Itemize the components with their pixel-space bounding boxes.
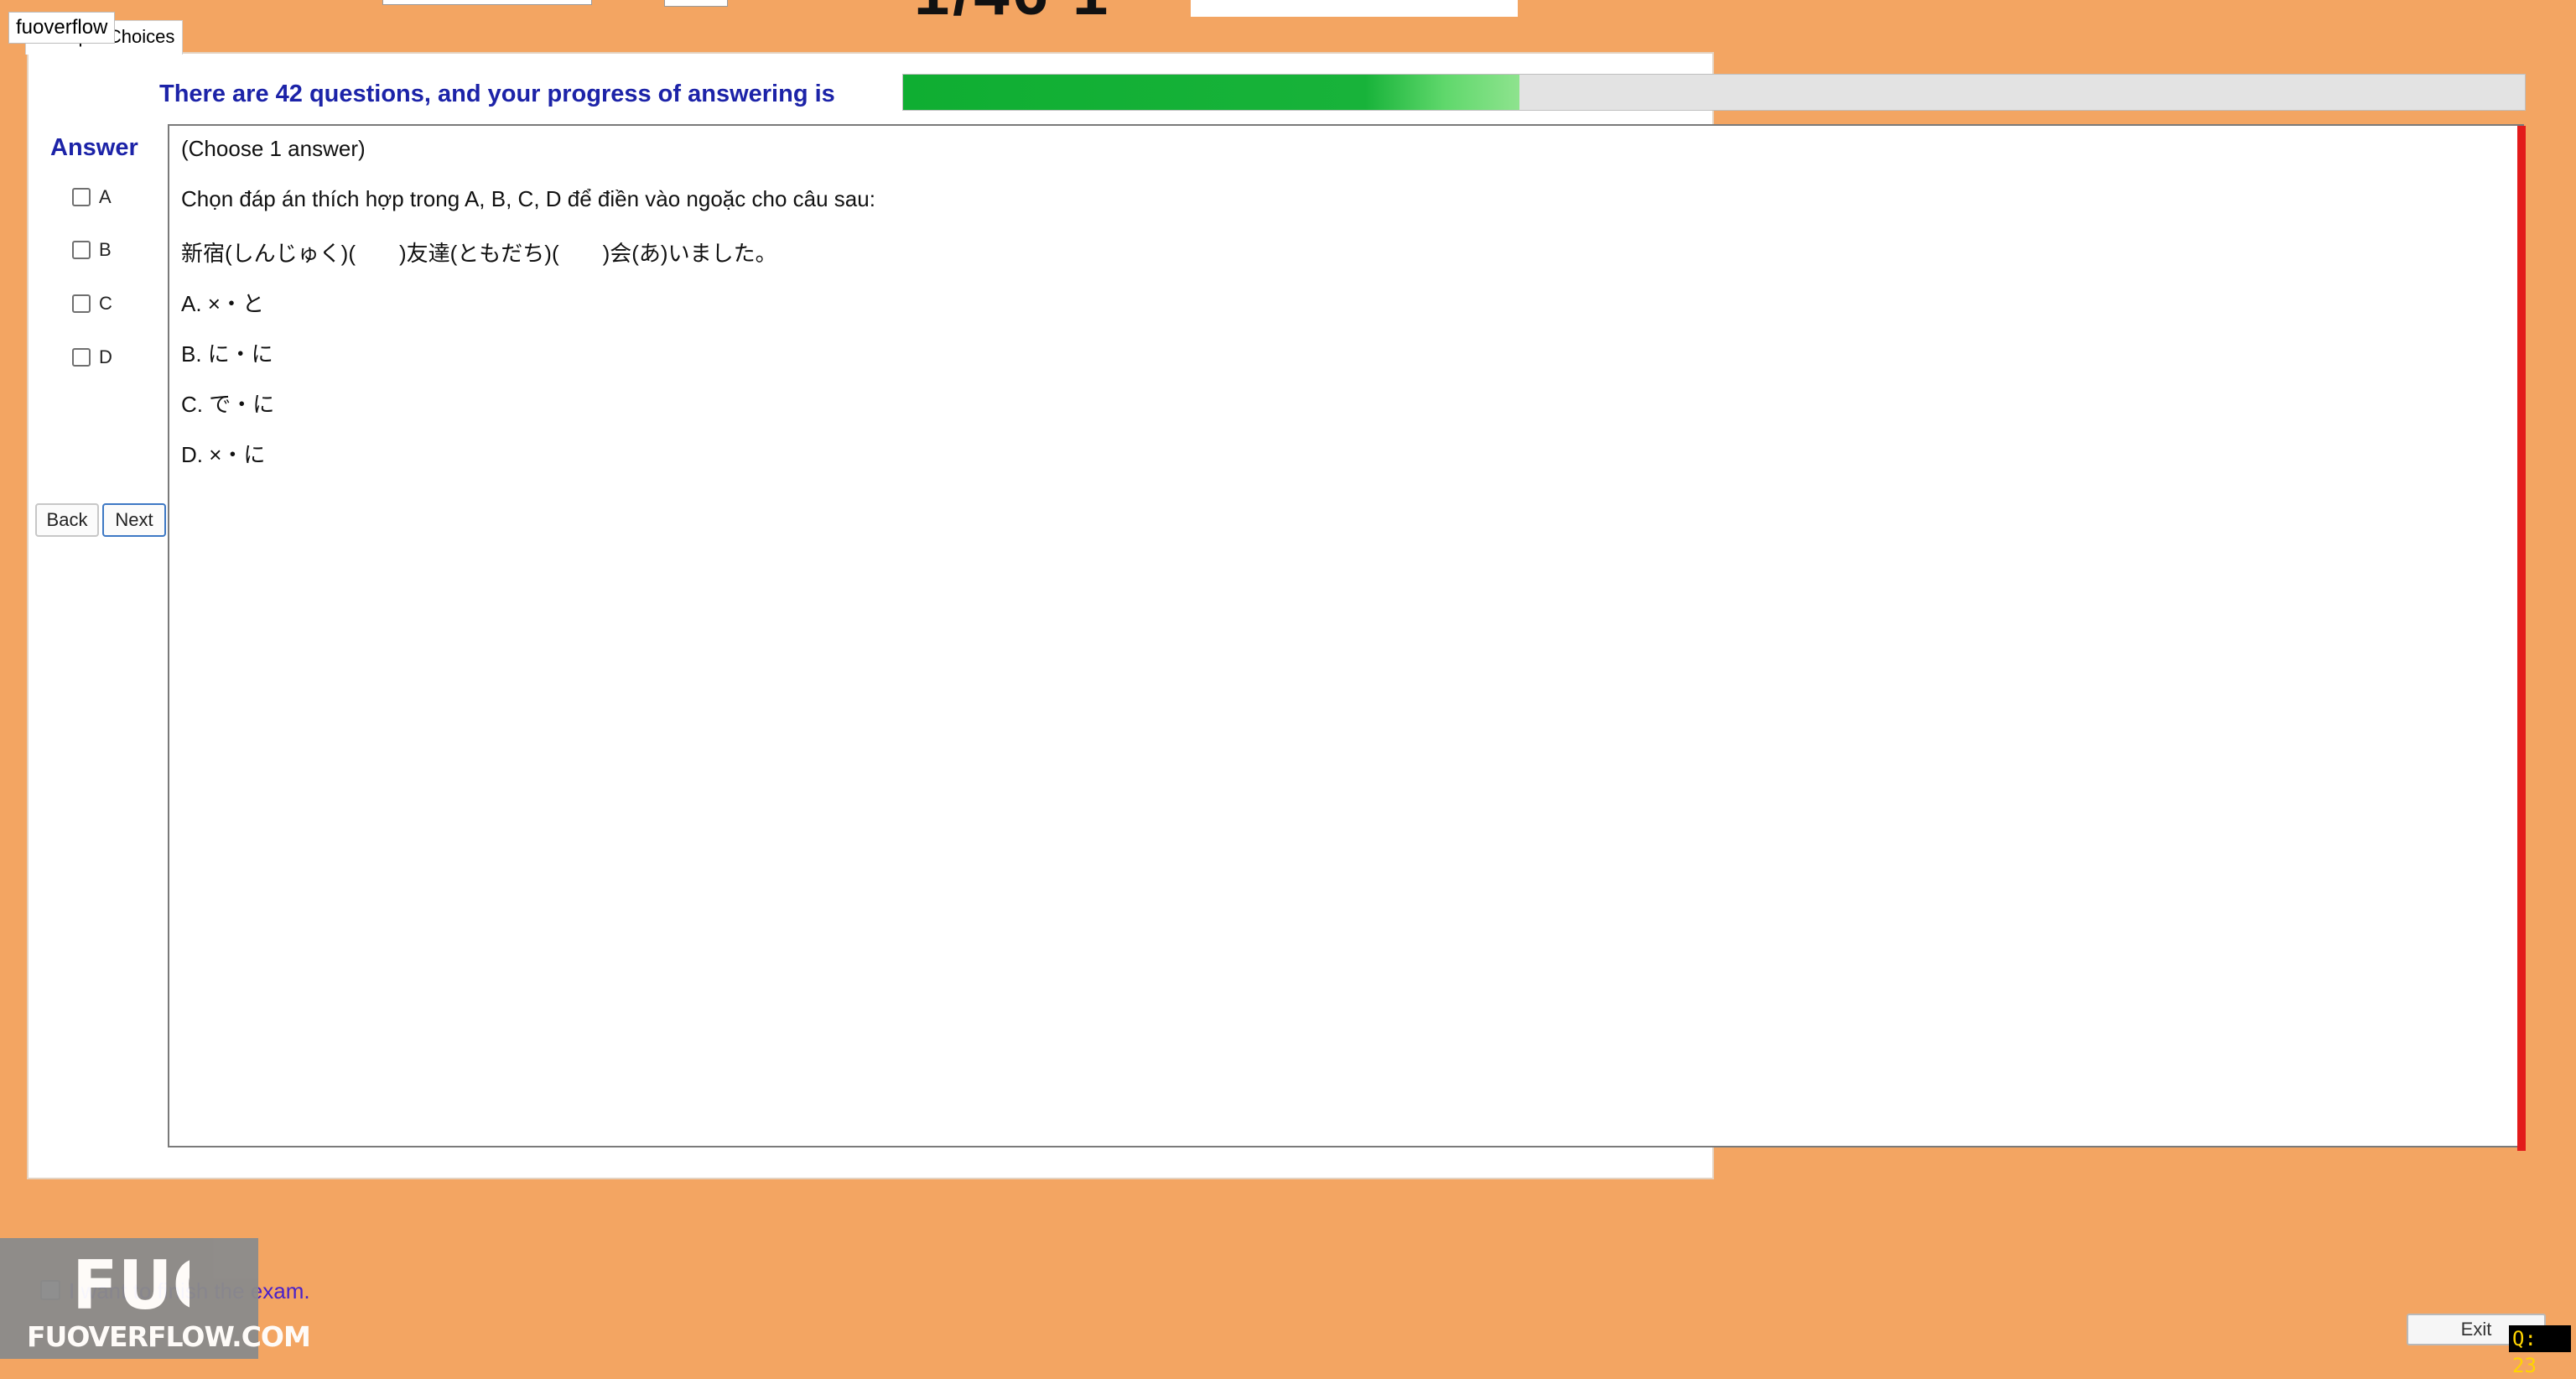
brand-tag: fuoverflow	[8, 12, 116, 44]
answer-title: Answer	[50, 134, 138, 161]
logo-letters: FUO	[72, 1246, 190, 1319]
progress-fill	[903, 75, 1519, 110]
logo-word: FUOVERFLOW.COM	[27, 1320, 311, 1353]
option-label: B	[99, 239, 112, 260]
checkbox-c[interactable]	[72, 294, 91, 313]
top-input-box[interactable]	[1191, 0, 1518, 17]
top-combobox[interactable]	[382, 0, 592, 5]
progress-text: There are 42 questions, and your progres…	[159, 81, 835, 107]
option-b[interactable]: B	[72, 236, 112, 264]
top-small-control[interactable]	[664, 0, 728, 7]
option-a[interactable]: A	[72, 183, 112, 211]
fuoverflow-logo: FUO FUOVERFLOW.COM	[0, 1238, 311, 1359]
scrollbar[interactable]	[2517, 126, 2526, 1151]
option-c[interactable]: C	[72, 289, 112, 318]
option-label: A	[99, 186, 112, 207]
option-label: C	[99, 293, 112, 314]
back-button[interactable]: Back	[35, 503, 99, 537]
checkbox-b[interactable]	[72, 241, 91, 259]
choice-d-text: D. ×・に	[181, 442, 266, 467]
question-counter: 1/46 1	[914, 0, 1111, 29]
progress-bar	[902, 74, 2526, 111]
question-instruction: (Choose 1 answer)	[181, 136, 366, 161]
option-label: D	[99, 346, 112, 367]
checkbox-a[interactable]	[72, 188, 91, 206]
checkbox-d[interactable]	[72, 348, 91, 367]
question-prompt: Chọn đáp án thích hợp trong A, B, C, D đ…	[181, 186, 875, 211]
question-badge: Q: 23	[2509, 1325, 2571, 1377]
question-sentence: 新宿(しんじゅく)( )友達(ともだち)( )会(あ)いました。	[181, 241, 777, 266]
next-button[interactable]: Next	[102, 503, 166, 537]
choice-b-text: B. に・に	[181, 341, 273, 367]
option-d[interactable]: D	[72, 343, 112, 372]
choice-a-text: A. ×・と	[181, 291, 264, 316]
choice-c-text: C. で・に	[181, 392, 275, 417]
logo-mark-icon: FUO	[72, 1246, 190, 1319]
question-box	[168, 124, 2524, 1147]
